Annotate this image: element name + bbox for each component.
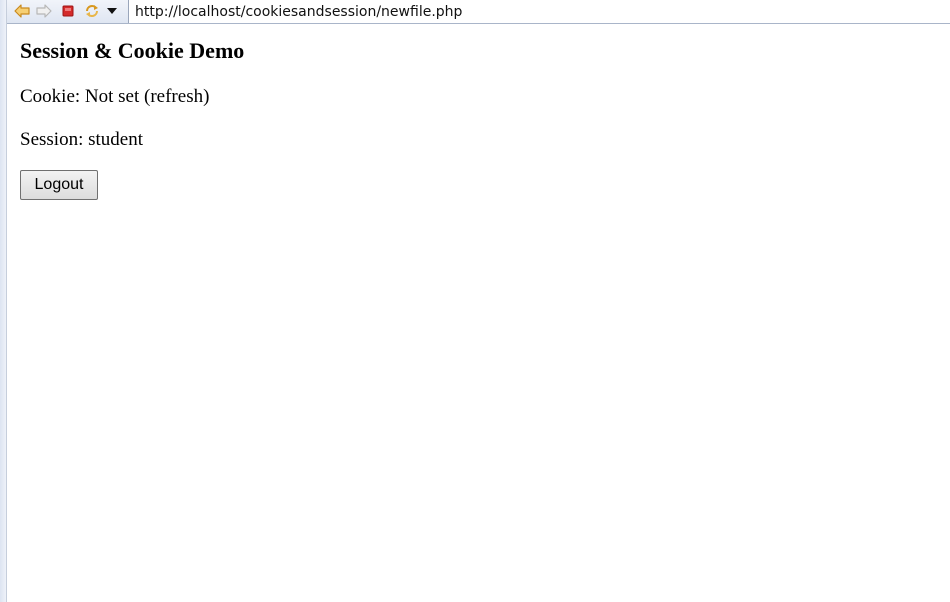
- window-left-border: [0, 0, 7, 602]
- browser-toolbar: http://localhost/cookiesandsession/newfi…: [7, 0, 950, 24]
- refresh-icon: [84, 3, 100, 19]
- stop-button[interactable]: [59, 3, 77, 19]
- forward-button[interactable]: [35, 3, 53, 19]
- address-url: http://localhost/cookiesandsession/newfi…: [135, 3, 463, 20]
- forward-arrow-icon: [36, 4, 52, 18]
- session-status: Session: student: [20, 129, 143, 150]
- dropdown-triangle-icon: [107, 8, 117, 14]
- back-button[interactable]: [13, 3, 31, 19]
- page-content: Session & Cookie Demo Cookie: Not set (r…: [20, 24, 950, 200]
- page-title: Session & Cookie Demo: [20, 38, 245, 63]
- history-dropdown-button[interactable]: [105, 3, 119, 19]
- back-arrow-icon: [14, 4, 30, 18]
- browser-window: http://localhost/cookiesandsession/newfi…: [0, 0, 950, 602]
- cookie-status: Cookie: Not set (refresh): [20, 86, 210, 107]
- logout-button[interactable]: Logout: [20, 170, 98, 200]
- stop-icon: [62, 5, 74, 17]
- refresh-button[interactable]: [83, 3, 101, 19]
- address-bar[interactable]: http://localhost/cookiesandsession/newfi…: [128, 0, 950, 23]
